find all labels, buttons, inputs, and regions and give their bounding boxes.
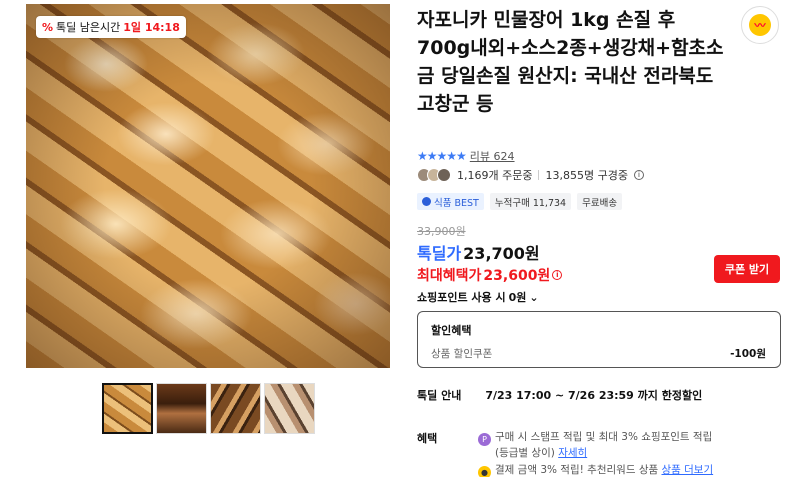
points-selector[interactable]: 쇼핑포인트 사용 시 0원 ⌄	[417, 289, 539, 305]
max-benefit-price: 최대혜택가 23,600원 i	[417, 265, 563, 285]
deal-info-label: 톡딜 안내	[417, 389, 462, 402]
order-count: 1,169개 주문중	[457, 169, 533, 182]
tag-row: 식품 BEST 누적구매 11,734 무료배송	[417, 193, 623, 210]
divider	[538, 170, 540, 180]
deal-timer-badge: % 톡딜 남은시간 1일 14:18	[36, 16, 186, 38]
points-label: 쇼핑포인트 사용 시	[417, 291, 506, 304]
thumbnail-1[interactable]	[102, 383, 153, 434]
info-icon[interactable]: i	[633, 170, 644, 180]
deal-price: 톡딜가 23,700원	[417, 240, 540, 264]
info-icon[interactable]: i	[552, 270, 563, 280]
max-price-value: 23,600원	[483, 268, 551, 284]
share-button[interactable]: 〰	[741, 6, 779, 44]
more-products-link[interactable]: 상품 더보기	[661, 464, 713, 476]
discount-item: 상품 할인쿠폰	[431, 348, 493, 360]
deal-price-label: 톡딜가	[417, 244, 462, 263]
buyer-avatars	[417, 168, 451, 182]
benefit-reward: ● 결제 금액 3% 적립! 추천리워드 상품 상품 더보기	[478, 463, 713, 477]
thumbnail-list	[102, 383, 315, 434]
thumbnail-2[interactable]	[156, 383, 207, 434]
points-value: 0원	[508, 291, 527, 304]
deal-info-row: 톡딜 안내 7/23 17:00 ~ 7/26 23:59 까지 한정할인	[417, 387, 702, 403]
best-tag[interactable]: 식품 BEST	[417, 193, 484, 210]
cumulative-purchase-tag: 누적구매 11,734	[489, 193, 572, 210]
coupon-button[interactable]: 쿠폰 받기	[714, 255, 780, 283]
thumbnail-4[interactable]	[264, 383, 315, 434]
timer-value: 1일 14:18	[123, 21, 180, 34]
chevron-down-icon: ⌄	[529, 290, 539, 304]
original-price: 33,900원	[417, 225, 466, 238]
reward-icon: ●	[478, 466, 491, 477]
point-icon: P	[478, 433, 491, 446]
discount-amount: -100원	[730, 348, 766, 360]
viewer-count: 13,855명 구경중	[545, 169, 628, 182]
benefit-label: 혜택	[417, 432, 438, 445]
thumbnail-3[interactable]	[210, 383, 261, 434]
buyers-row: 1,169개 주문중 13,855명 구경중 i	[417, 166, 644, 184]
deal-info-period: 7/23 17:00 ~ 7/26 23:59 까지 한정할인	[485, 389, 703, 402]
percent-icon: %	[42, 20, 54, 34]
review-link[interactable]: 리뷰 624	[470, 148, 515, 164]
discount-box: 할인혜택 상품 할인쿠폰 -100원	[417, 311, 781, 368]
product-main-image	[26, 4, 390, 368]
share-icon: 〰	[749, 14, 771, 36]
star-rating-icon: ★★★★★	[417, 149, 467, 163]
best-icon	[422, 197, 431, 206]
free-shipping-tag: 무료배송	[577, 193, 623, 210]
timer-label: 톡딜 남은시간	[56, 21, 121, 34]
deal-price-value: 23,700원	[463, 244, 540, 263]
max-price-label: 최대혜택가	[417, 268, 482, 284]
discount-title: 할인혜택	[431, 324, 472, 337]
detail-link[interactable]: 자세히	[558, 447, 587, 459]
benefit-stamp: P 구매 시 스탬프 적립 및 최대 3% 쇼핑포인트 적립 (등급별 상이) 자…	[478, 430, 712, 461]
product-title: 자포니카 민물장어 1kg 손질 후 700g내외+소스2종+생강채+함초소금 …	[417, 9, 724, 115]
rating-row: ★★★★★ 리뷰 624	[417, 148, 515, 164]
